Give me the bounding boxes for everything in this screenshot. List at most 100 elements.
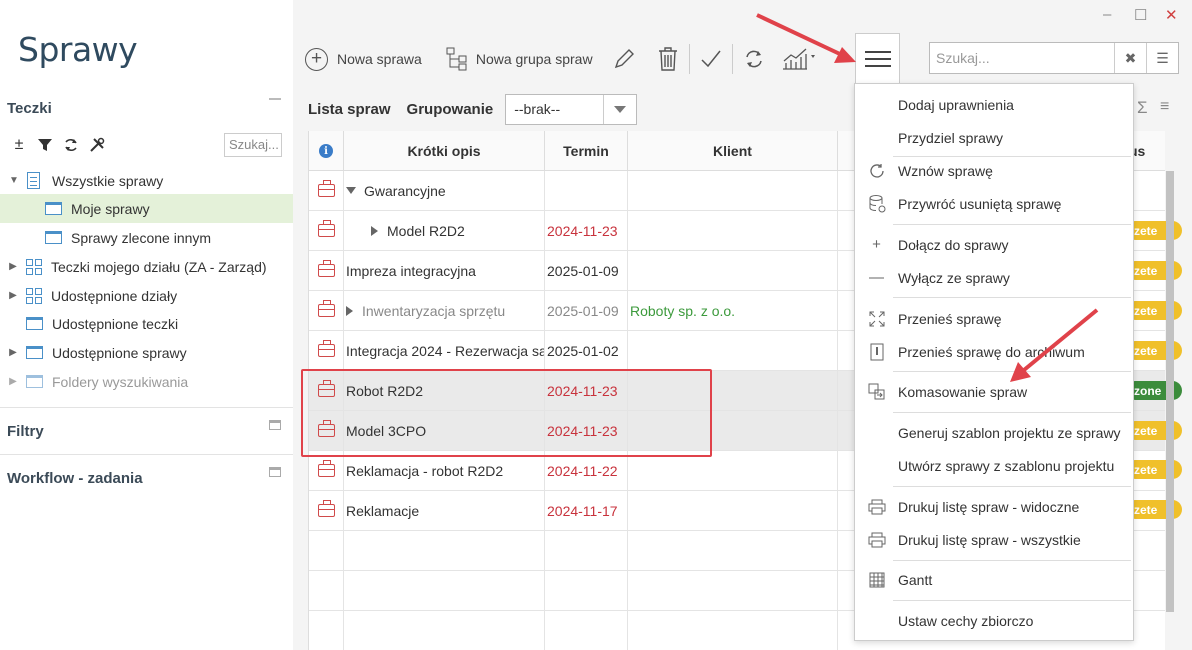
- column-header-desc[interactable]: Krótki opis: [344, 131, 545, 171]
- term-cell: 2025-01-09: [545, 291, 628, 330]
- folder-icon: [26, 346, 43, 359]
- menu-item-gantt[interactable]: Gantt: [855, 563, 1133, 596]
- sidebar-search-input[interactable]: Szukaj...: [224, 133, 282, 157]
- maximize-icon[interactable]: ☐: [1134, 6, 1147, 24]
- tree-item-shared-folders[interactable]: Udostępnione teczki: [0, 309, 293, 338]
- department-icon: [26, 287, 42, 304]
- menu-item-create-from-template[interactable]: Utwórz sprawy z szablonu projektu: [855, 449, 1133, 482]
- tree-item-shared-departments[interactable]: ▶ Udostępnione działy: [0, 281, 293, 310]
- columns-menu-icon[interactable]: ≡: [1160, 98, 1169, 116]
- tree-item-shared-cases[interactable]: ▶ Udostępnione sprawy: [0, 338, 293, 367]
- sidebar: Sprawy Teczki ± Szukaj... ▼ Wszystkie sp…: [0, 0, 293, 650]
- briefcase-icon: [317, 340, 335, 357]
- minimize-icon[interactable]: –: [1103, 6, 1111, 23]
- expand-arrow-icon[interactable]: [346, 305, 353, 316]
- info-column-header[interactable]: i: [309, 131, 344, 171]
- menu-item-leave-case[interactable]: — Wyłącz ze sprawy: [855, 261, 1133, 294]
- actions-dropdown-menu: Dodaj uprawnienia Przydziel sprawy Wznów…: [854, 83, 1134, 641]
- chevron-down-icon[interactable]: [603, 94, 636, 124]
- row-icon-cell: [309, 331, 344, 370]
- refresh-icon[interactable]: [62, 135, 80, 155]
- group-tree-icon: [444, 46, 470, 72]
- workflow-section-header[interactable]: Workflow - zadania: [0, 467, 293, 507]
- menu-item-add-permissions[interactable]: Dodaj uprawnienia: [855, 88, 1133, 121]
- plus-icon: +: [305, 47, 328, 71]
- menu-item-label: Gantt: [898, 571, 933, 588]
- chart-icon[interactable]: [781, 46, 819, 72]
- desc-text: Inwentaryzacja sprzętu: [362, 302, 506, 319]
- term-cell: 2025-01-09: [545, 251, 628, 290]
- menu-item-print-visible[interactable]: Drukuj listę spraw - widoczne: [855, 490, 1133, 523]
- column-header-term[interactable]: Termin: [545, 131, 628, 171]
- client-cell: [628, 371, 838, 410]
- expand-arrow-icon[interactable]: ▶: [8, 261, 18, 272]
- expand-panel-icon[interactable]: [269, 420, 281, 430]
- pencil-icon[interactable]: [611, 46, 637, 72]
- menu-item-archive-case[interactable]: Przenieś sprawę do archiwum: [855, 335, 1133, 368]
- new-case-group-button[interactable]: Nowa grupa spraw: [444, 42, 593, 76]
- tree-item-all-cases[interactable]: ▼ Wszystkie sprawy: [0, 166, 293, 195]
- vertical-scrollbar[interactable]: [1166, 171, 1174, 612]
- column-header-client[interactable]: Klient: [628, 131, 838, 171]
- menu-item-join-case[interactable]: + Dołącz do sprawy: [855, 228, 1133, 261]
- grouping-select[interactable]: --brak--: [505, 93, 638, 125]
- collapse-icon[interactable]: [269, 98, 281, 108]
- trash-icon[interactable]: [655, 46, 681, 72]
- gantt-grid-icon: [855, 572, 898, 588]
- menu-item-label: Generuj szablon projektu ze sprawy: [898, 424, 1121, 441]
- check-icon[interactable]: [698, 46, 724, 72]
- tools-icon[interactable]: [88, 135, 106, 155]
- expand-arrow-icon[interactable]: ▶: [8, 290, 18, 301]
- briefcase-icon: [317, 300, 335, 317]
- hamburger-icon: [864, 46, 891, 72]
- expand-arrow-icon[interactable]: [371, 225, 378, 236]
- menu-item-label: Drukuj listę spraw - wszystkie: [898, 531, 1081, 548]
- client-cell: [628, 411, 838, 450]
- menu-item-label: Ustaw cechy zbiorczo: [898, 612, 1034, 629]
- tree-item-label: Wszystkie sprawy: [52, 172, 164, 189]
- folder-icon: [45, 231, 62, 244]
- main-menu-button[interactable]: [855, 33, 900, 83]
- tree-item-search-folders[interactable]: ▶ Foldery wyszukiwania: [0, 367, 293, 396]
- sync-icon[interactable]: [741, 46, 767, 72]
- new-case-group-label: Nowa grupa spraw: [475, 51, 593, 67]
- menu-item-restore-deleted[interactable]: Przywróć usuniętą sprawę: [855, 187, 1133, 220]
- move-icon: [855, 311, 898, 327]
- clear-icon[interactable]: ✖: [1114, 43, 1146, 73]
- close-icon[interactable]: ✕: [1165, 6, 1178, 24]
- expand-arrow-icon[interactable]: ▶: [8, 376, 18, 387]
- add-folder-icon[interactable]: ±: [10, 135, 28, 155]
- search-input[interactable]: Szukaj...: [930, 43, 1114, 73]
- menu-item-move-case[interactable]: Przenieś sprawę: [855, 302, 1133, 335]
- menu-item-label: Przenieś sprawę: [898, 310, 1002, 327]
- sigma-icon[interactable]: Σ: [1137, 98, 1148, 118]
- filter-icon[interactable]: [36, 135, 54, 155]
- term-cell: 2024-11-17: [545, 491, 628, 530]
- collapse-arrow-icon[interactable]: ▼: [9, 175, 19, 186]
- menu-item-generate-template[interactable]: Generuj szablon projektu ze sprawy: [855, 416, 1133, 449]
- row-icon-cell: [309, 491, 344, 530]
- menu-divider: [893, 560, 1131, 561]
- resume-icon: [855, 162, 898, 180]
- row-icon-cell: [309, 211, 344, 250]
- toolbar-separator: [731, 44, 733, 74]
- expand-panel-icon[interactable]: [269, 467, 281, 477]
- collapse-arrow-icon[interactable]: [346, 187, 356, 194]
- menu-item-bulk-attributes[interactable]: Ustaw cechy zbiorczo: [855, 604, 1133, 637]
- client-cell: Roboty sp. z o.o.: [628, 291, 838, 330]
- menu-item-assign-cases[interactable]: Przydziel sprawy: [855, 121, 1133, 154]
- expand-arrow-icon[interactable]: ▶: [8, 347, 18, 358]
- tree-item-my-cases[interactable]: Moje sprawy: [0, 194, 293, 223]
- menu-item-resume-case[interactable]: Wznów sprawę: [855, 154, 1133, 187]
- desc-cell: Robot R2D2: [344, 371, 545, 410]
- tree-item-department-folders[interactable]: ▶ Teczki mojego działu (ZA - Zarząd): [0, 252, 293, 281]
- menu-item-print-all[interactable]: Drukuj listę spraw - wszystkie: [855, 523, 1133, 556]
- new-case-button[interactable]: + Nowa sprawa: [305, 42, 422, 76]
- database-icon: [855, 194, 898, 214]
- menu-item-merge-cases[interactable]: Komasowanie spraw: [855, 375, 1133, 408]
- client-cell: [628, 331, 838, 370]
- info-icon: i: [319, 144, 333, 158]
- tree-item-delegated-cases[interactable]: Sprawy zlecone innym: [0, 223, 293, 252]
- options-icon[interactable]: ☰: [1146, 43, 1178, 73]
- folders-section-header[interactable]: Teczki: [0, 96, 293, 136]
